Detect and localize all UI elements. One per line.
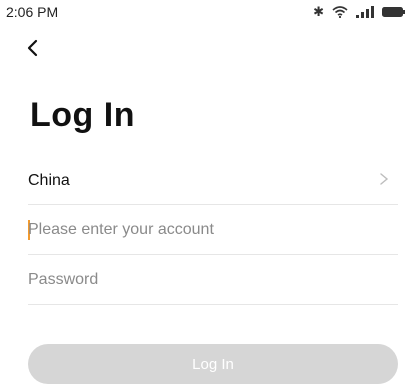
chevron-right-icon <box>378 172 390 186</box>
account-field-row <box>28 208 398 255</box>
account-input[interactable] <box>28 216 388 244</box>
password-input[interactable] <box>28 266 388 294</box>
back-arrow-icon <box>22 36 46 60</box>
bluetooth-icon: ✱ <box>313 4 324 19</box>
signal-icon <box>356 6 374 18</box>
password-field-row <box>28 258 398 305</box>
status-bar: 2:06 PM ✱ <box>0 0 412 26</box>
login-button[interactable]: Log In <box>28 344 398 384</box>
status-time: 2:06 PM <box>6 4 59 20</box>
page-title: Log In <box>30 96 135 134</box>
status-icons: ✱ <box>313 5 406 19</box>
country-selector[interactable]: China <box>28 158 398 205</box>
back-button[interactable] <box>22 36 46 60</box>
country-label: China <box>28 172 70 189</box>
wifi-icon <box>332 6 348 18</box>
battery-icon <box>382 6 406 18</box>
